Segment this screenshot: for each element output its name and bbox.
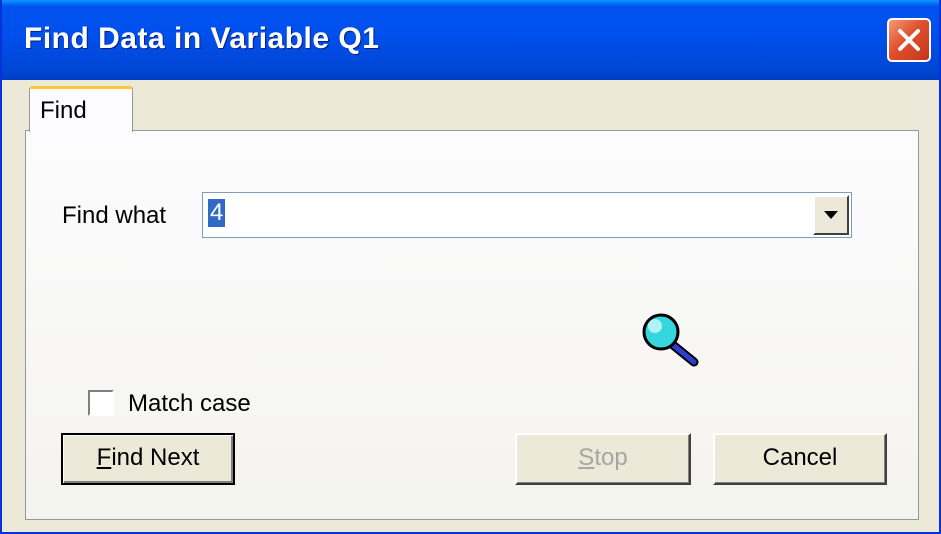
stop-button[interactable]: Stop bbox=[515, 433, 691, 485]
find-next-button[interactable]: Find Next bbox=[61, 433, 235, 485]
match-case-label[interactable]: Match case bbox=[128, 390, 251, 418]
title-bar[interactable]: Find Data in Variable Q1 bbox=[2, 0, 939, 80]
find-what-combobox[interactable]: 4 bbox=[202, 192, 852, 238]
window-title: Find Data in Variable Q1 bbox=[24, 22, 380, 55]
cancel-button[interactable]: Cancel bbox=[713, 433, 887, 485]
magnifier-icon bbox=[642, 313, 699, 367]
stop-rest: top bbox=[594, 444, 628, 471]
find-next-mnemonic: F bbox=[96, 444, 112, 471]
find-next-rest: ind Next bbox=[111, 444, 200, 471]
chevron-down-icon bbox=[824, 211, 838, 219]
dropdown-button[interactable] bbox=[813, 195, 849, 235]
stop-mnemonic: S bbox=[578, 444, 595, 471]
tab-find[interactable]: Find bbox=[29, 86, 133, 132]
close-button[interactable] bbox=[887, 18, 931, 62]
match-case-checkbox[interactable] bbox=[88, 390, 114, 416]
find-what-label: Find what bbox=[62, 202, 167, 229]
tab-find-label: Find bbox=[40, 97, 87, 124]
close-icon bbox=[898, 29, 920, 51]
find-what-input[interactable]: 4 bbox=[208, 199, 226, 227]
